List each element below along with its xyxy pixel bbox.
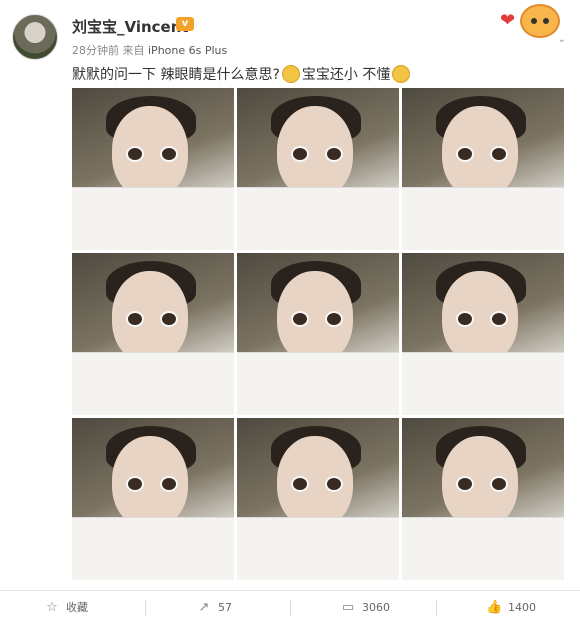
photo-4[interactable]	[72, 253, 234, 415]
avatar[interactable]	[12, 14, 58, 60]
photo-1[interactable]	[72, 88, 234, 250]
separator	[290, 600, 291, 616]
thumbs-up-icon: 👍	[486, 600, 503, 615]
comment-icon: ▭	[341, 600, 355, 615]
star-icon: ☆	[46, 600, 58, 615]
username[interactable]: 刘宝宝_Vincent	[72, 16, 189, 37]
actions-divider	[0, 590, 580, 591]
like-count: 1400	[508, 601, 536, 614]
source-prefix: 来自	[122, 44, 145, 57]
favorite-label: 收藏	[66, 601, 88, 614]
photo-grid	[72, 88, 564, 582]
photo-5[interactable]	[237, 253, 399, 415]
post-text-part2: 宝宝还小 不懂	[301, 67, 391, 83]
repost-icon: ↗	[198, 600, 210, 615]
cat-face-icon	[281, 65, 300, 83]
heart-icon: ❤	[500, 10, 516, 31]
post-actions: ☆ 收藏 ↗ 57 ▭ 3060 👍 1400	[0, 592, 580, 624]
photo-8[interactable]	[237, 418, 399, 580]
photo-6[interactable]	[402, 253, 564, 415]
comment-button[interactable]: ▭ 3060	[340, 592, 390, 624]
comment-count: 3060	[362, 601, 390, 614]
chevron-down-icon[interactable]: ⌄	[558, 34, 566, 45]
post-text: 默默的问一下 辣眼睛是什么意思? 宝宝还小 不懂	[72, 64, 412, 84]
vip-badge-icon: v	[176, 17, 194, 31]
repost-count: 57	[218, 601, 232, 614]
post-text-part1: 默默的问一下 辣眼睛是什么意思?	[72, 67, 280, 83]
bear-mascot-icon	[520, 4, 560, 38]
post-header: 刘宝宝_Vincent v 28分钟前 来自 iPhone 6s Plus ❤ …	[0, 0, 580, 90]
photo-7[interactable]	[72, 418, 234, 580]
post-top-right: ❤ ⌄	[500, 4, 568, 45]
favorite-button[interactable]: ☆ 收藏	[44, 592, 88, 624]
photo-3[interactable]	[402, 88, 564, 250]
separator	[436, 600, 437, 616]
photo-9[interactable]	[402, 418, 564, 580]
separator	[145, 600, 146, 616]
post-source: iPhone 6s Plus	[148, 44, 228, 57]
post-meta: 28分钟前 来自 iPhone 6s Plus	[72, 42, 227, 58]
post-time[interactable]: 28分钟前	[72, 44, 119, 57]
like-button[interactable]: 👍 1400	[486, 592, 536, 624]
cat-face-icon	[392, 65, 411, 83]
repost-button[interactable]: ↗ 57	[196, 592, 232, 624]
photo-2[interactable]	[237, 88, 399, 250]
